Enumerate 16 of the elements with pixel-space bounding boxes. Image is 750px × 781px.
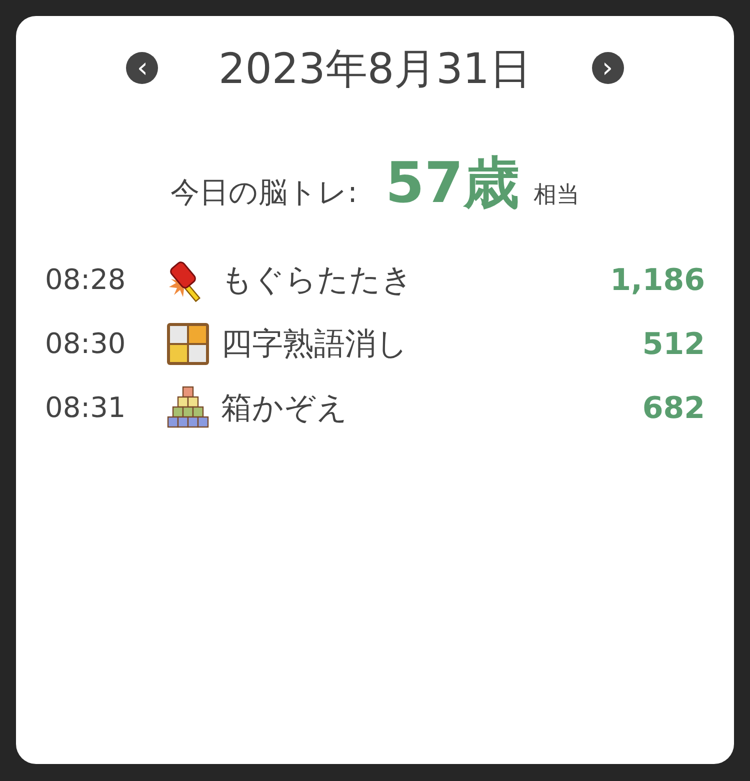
game-name: もぐらたたき — [221, 260, 413, 300]
game-score: 682 — [642, 390, 705, 428]
game-name: 四字熟語消し — [221, 324, 408, 364]
entry-time: 08:31 — [45, 390, 127, 426]
tiles-icon — [165, 321, 211, 367]
date-title: 2023年8月31日 — [218, 42, 532, 94]
age-suffix: 相当 — [533, 181, 580, 210]
game-name: 箱かぞえ — [221, 388, 348, 428]
entry-time: 08:28 — [45, 262, 127, 298]
game-score: 512 — [642, 326, 705, 364]
game-score: 1,186 — [610, 262, 705, 300]
brain-age: 57歳 — [385, 150, 520, 218]
summary-label: 今日の脳トレ: — [170, 174, 358, 211]
entry-time: 08:30 — [45, 326, 127, 362]
previous-button[interactable]: ‹ — [126, 52, 158, 84]
next-button[interactable]: › — [592, 52, 624, 84]
